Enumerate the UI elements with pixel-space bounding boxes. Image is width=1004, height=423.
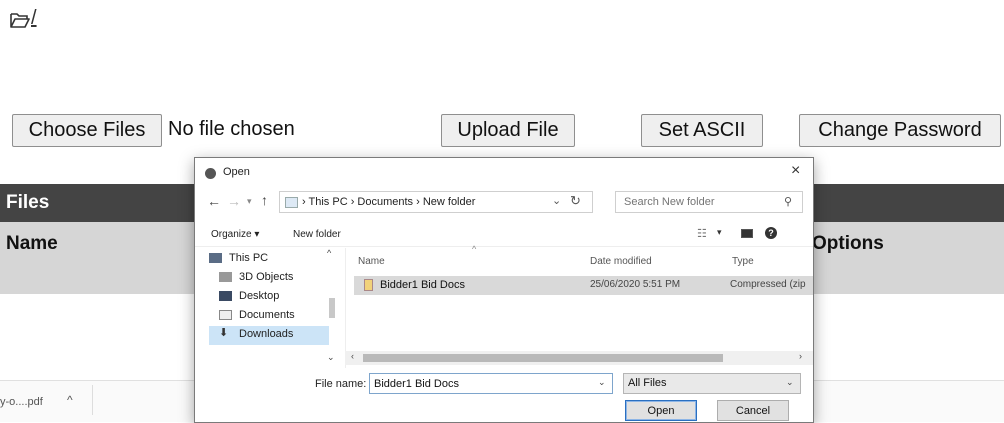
files-table-title: Files — [6, 192, 50, 213]
file-name-label: File name: — [315, 378, 367, 390]
upload-file-button[interactable]: Upload File — [441, 114, 575, 147]
nav-item-3d-objects[interactable]: 3D Objects — [219, 269, 339, 288]
organize-menu[interactable]: Organize ▾ — [211, 229, 259, 240]
scroll-down-icon[interactable]: ⌄ — [327, 352, 335, 363]
documents-icon — [219, 310, 232, 320]
nav-item-documents[interactable]: Documents — [219, 307, 339, 326]
file-date: 25/06/2020 5:51 PM — [590, 279, 681, 290]
help-icon[interactable]: ? — [765, 227, 777, 239]
nav-item-this-pc[interactable]: This PC — [209, 250, 329, 269]
file-name: Bidder1 Bid Docs — [380, 279, 465, 291]
column-header-type[interactable]: Type — [732, 256, 754, 267]
back-arrow-icon[interactable]: ← — [207, 193, 221, 209]
file-type-value: All Files — [628, 377, 667, 389]
address-dropdown-icon[interactable]: ⌄ — [552, 194, 561, 207]
horizontal-scrollbar[interactable]: ‹ › — [345, 351, 813, 365]
download-divider — [92, 385, 93, 415]
cube-icon — [219, 272, 232, 282]
view-options-icon[interactable]: ☷ — [697, 227, 707, 240]
change-password-button[interactable]: Change Password — [799, 114, 1001, 147]
file-row[interactable]: Bidder1 Bid Docs 25/06/2020 5:51 PM Comp… — [354, 276, 813, 295]
desktop-icon — [219, 291, 232, 301]
breadcrumb[interactable]: › This PC › Documents › New folder — [302, 196, 475, 208]
file-list: ^ Name Date modified Type Bidder1 Bid Do… — [345, 244, 813, 368]
set-ascii-button[interactable]: Set ASCII — [641, 114, 763, 147]
zip-file-icon — [364, 279, 373, 291]
sort-caret-icon: ^ — [472, 244, 477, 254]
search-icon[interactable]: ⚲ — [784, 195, 792, 208]
horizontal-scrollbar-thumb[interactable] — [363, 354, 723, 362]
dialog-title: Open — [223, 166, 250, 178]
column-header-name: Name — [6, 233, 58, 254]
preview-pane-icon[interactable] — [741, 229, 753, 238]
refresh-icon[interactable]: ↻ — [570, 193, 581, 209]
new-folder-button[interactable]: New folder — [293, 229, 341, 240]
address-bar[interactable]: › This PC › Documents › New folder ⌄ ↻ — [279, 191, 593, 213]
downloads-icon: ⬇ — [219, 327, 229, 339]
file-name-dropdown-icon[interactable]: ⌄ — [598, 377, 606, 388]
scroll-right-icon[interactable]: › — [799, 351, 802, 361]
file-name-input[interactable] — [370, 374, 594, 393]
chrome-app-icon — [205, 168, 216, 179]
column-header-date[interactable]: Date modified — [590, 256, 652, 267]
file-name-combobox[interactable]: ⌄ — [369, 373, 613, 394]
column-header-options: Options — [812, 233, 884, 254]
nav-item-desktop[interactable]: Desktop — [219, 288, 339, 307]
no-file-chosen-label: No file chosen — [168, 118, 295, 140]
search-box[interactable]: ⚲ — [615, 191, 803, 213]
file-type-dropdown-icon[interactable]: ⌄ — [786, 377, 794, 388]
address-folder-icon — [285, 197, 298, 208]
nav-item-downloads[interactable]: ⬇ Downloads — [219, 326, 339, 345]
open-file-dialog: Open × ← → ▾ ↑ › This PC › Documents › N… — [194, 157, 814, 423]
scroll-up-icon[interactable]: ^ — [327, 248, 331, 258]
dialog-titlebar[interactable]: Open × — [195, 158, 813, 186]
pc-icon — [209, 253, 222, 263]
view-options-caret-icon[interactable]: ▾ — [717, 227, 722, 238]
dialog-close-icon[interactable]: × — [791, 162, 800, 180]
open-button[interactable]: Open — [625, 400, 697, 421]
file-type: Compressed (zip — [730, 279, 806, 290]
scroll-left-icon[interactable]: ‹ — [351, 351, 354, 361]
search-input[interactable] — [616, 192, 784, 212]
download-item-name[interactable]: y-o....pdf — [0, 396, 43, 408]
recent-locations-icon[interactable]: ▾ — [247, 196, 252, 207]
navigation-pane: This PC 3D Objects Desktop Documents ⬇ D… — [195, 248, 337, 368]
column-header-name[interactable]: Name — [358, 256, 385, 267]
up-arrow-icon[interactable]: ↑ — [261, 192, 268, 208]
file-type-select[interactable]: All Files ⌄ — [623, 373, 801, 394]
folder-open-icon[interactable] — [10, 11, 30, 29]
dialog-toolbar: Organize ▾ New folder ☷ ▾ ? — [195, 220, 813, 247]
current-path-link[interactable]: / — [31, 7, 37, 30]
nav-scrollbar-thumb[interactable] — [329, 298, 335, 318]
cancel-button[interactable]: Cancel — [717, 400, 789, 421]
download-item-menu-icon[interactable]: ^ — [67, 393, 73, 407]
forward-arrow-icon[interactable]: → — [227, 193, 241, 209]
choose-files-button[interactable]: Choose Files — [12, 114, 162, 147]
